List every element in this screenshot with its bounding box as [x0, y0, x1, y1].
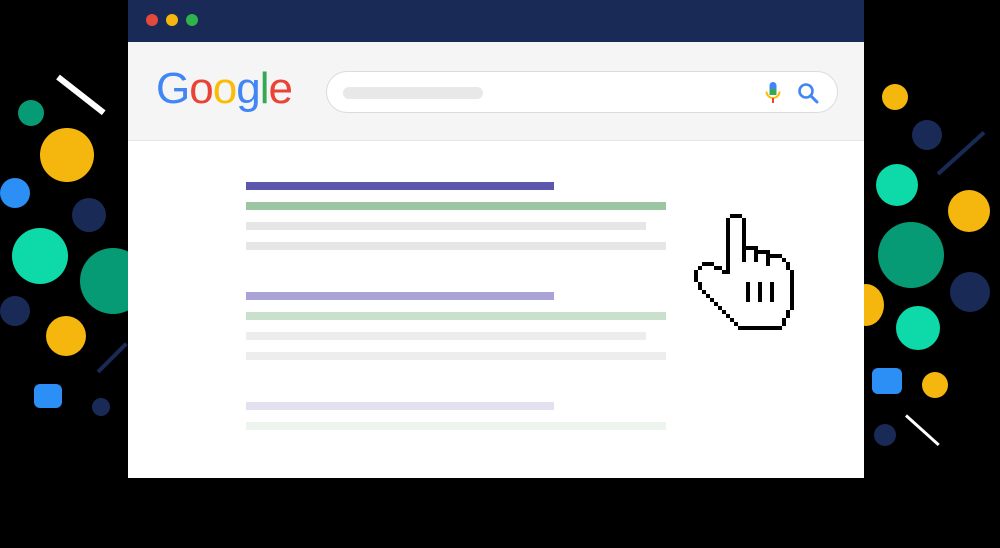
logo-letter: e [268, 64, 293, 113]
decor-stroke [96, 342, 128, 374]
decor-dot [0, 178, 30, 208]
decor-dot [912, 120, 942, 150]
logo-letter: o [189, 64, 214, 113]
decor-dot [12, 228, 68, 284]
decor-dot [882, 84, 908, 110]
logo-letter: g [236, 64, 261, 113]
search-header: Google [128, 42, 864, 141]
decor-stroke [904, 414, 940, 447]
decor-dot [872, 368, 902, 394]
result-url-placeholder [246, 422, 666, 430]
logo-letter: o [212, 64, 238, 113]
decor-dot [878, 222, 944, 288]
minimize-window-button[interactable] [166, 14, 178, 26]
decor-dot [34, 384, 62, 408]
decor-dot [46, 316, 86, 356]
pointer-hand-icon [694, 214, 794, 330]
decor-dot [874, 424, 896, 446]
decor-dot [0, 296, 30, 326]
result-snippet-placeholder [246, 332, 646, 340]
maximize-window-button[interactable] [186, 14, 198, 26]
decor-dot [950, 272, 990, 312]
result-snippet-placeholder [246, 242, 666, 250]
result-title-placeholder[interactable] [246, 182, 554, 190]
decor-dot [948, 190, 990, 232]
result-title-placeholder[interactable] [246, 402, 554, 410]
decor-dot [40, 128, 94, 182]
decor-stroke [56, 74, 106, 116]
decor-dot [18, 100, 44, 126]
result-snippet-placeholder [246, 222, 646, 230]
result-title-placeholder[interactable] [246, 292, 554, 300]
decor-stroke [936, 131, 986, 176]
decor-dot [896, 306, 940, 350]
search-input[interactable] [343, 87, 483, 99]
decor-dot [92, 398, 110, 416]
search-bar[interactable] [326, 71, 838, 113]
google-logo[interactable]: Google [156, 64, 293, 114]
decor-dot [876, 164, 918, 206]
logo-letter: G [156, 64, 190, 113]
result-snippet-placeholder [246, 352, 666, 360]
logo-letter: l [259, 64, 270, 113]
microphone-icon[interactable] [763, 81, 783, 105]
decor-dot [922, 372, 948, 398]
browser-titlebar [128, 0, 864, 42]
close-window-button[interactable] [146, 14, 158, 26]
magnifier-icon[interactable] [797, 82, 819, 104]
result-url-placeholder [246, 202, 666, 210]
decor-dot [72, 198, 106, 232]
result-url-placeholder [246, 312, 666, 320]
